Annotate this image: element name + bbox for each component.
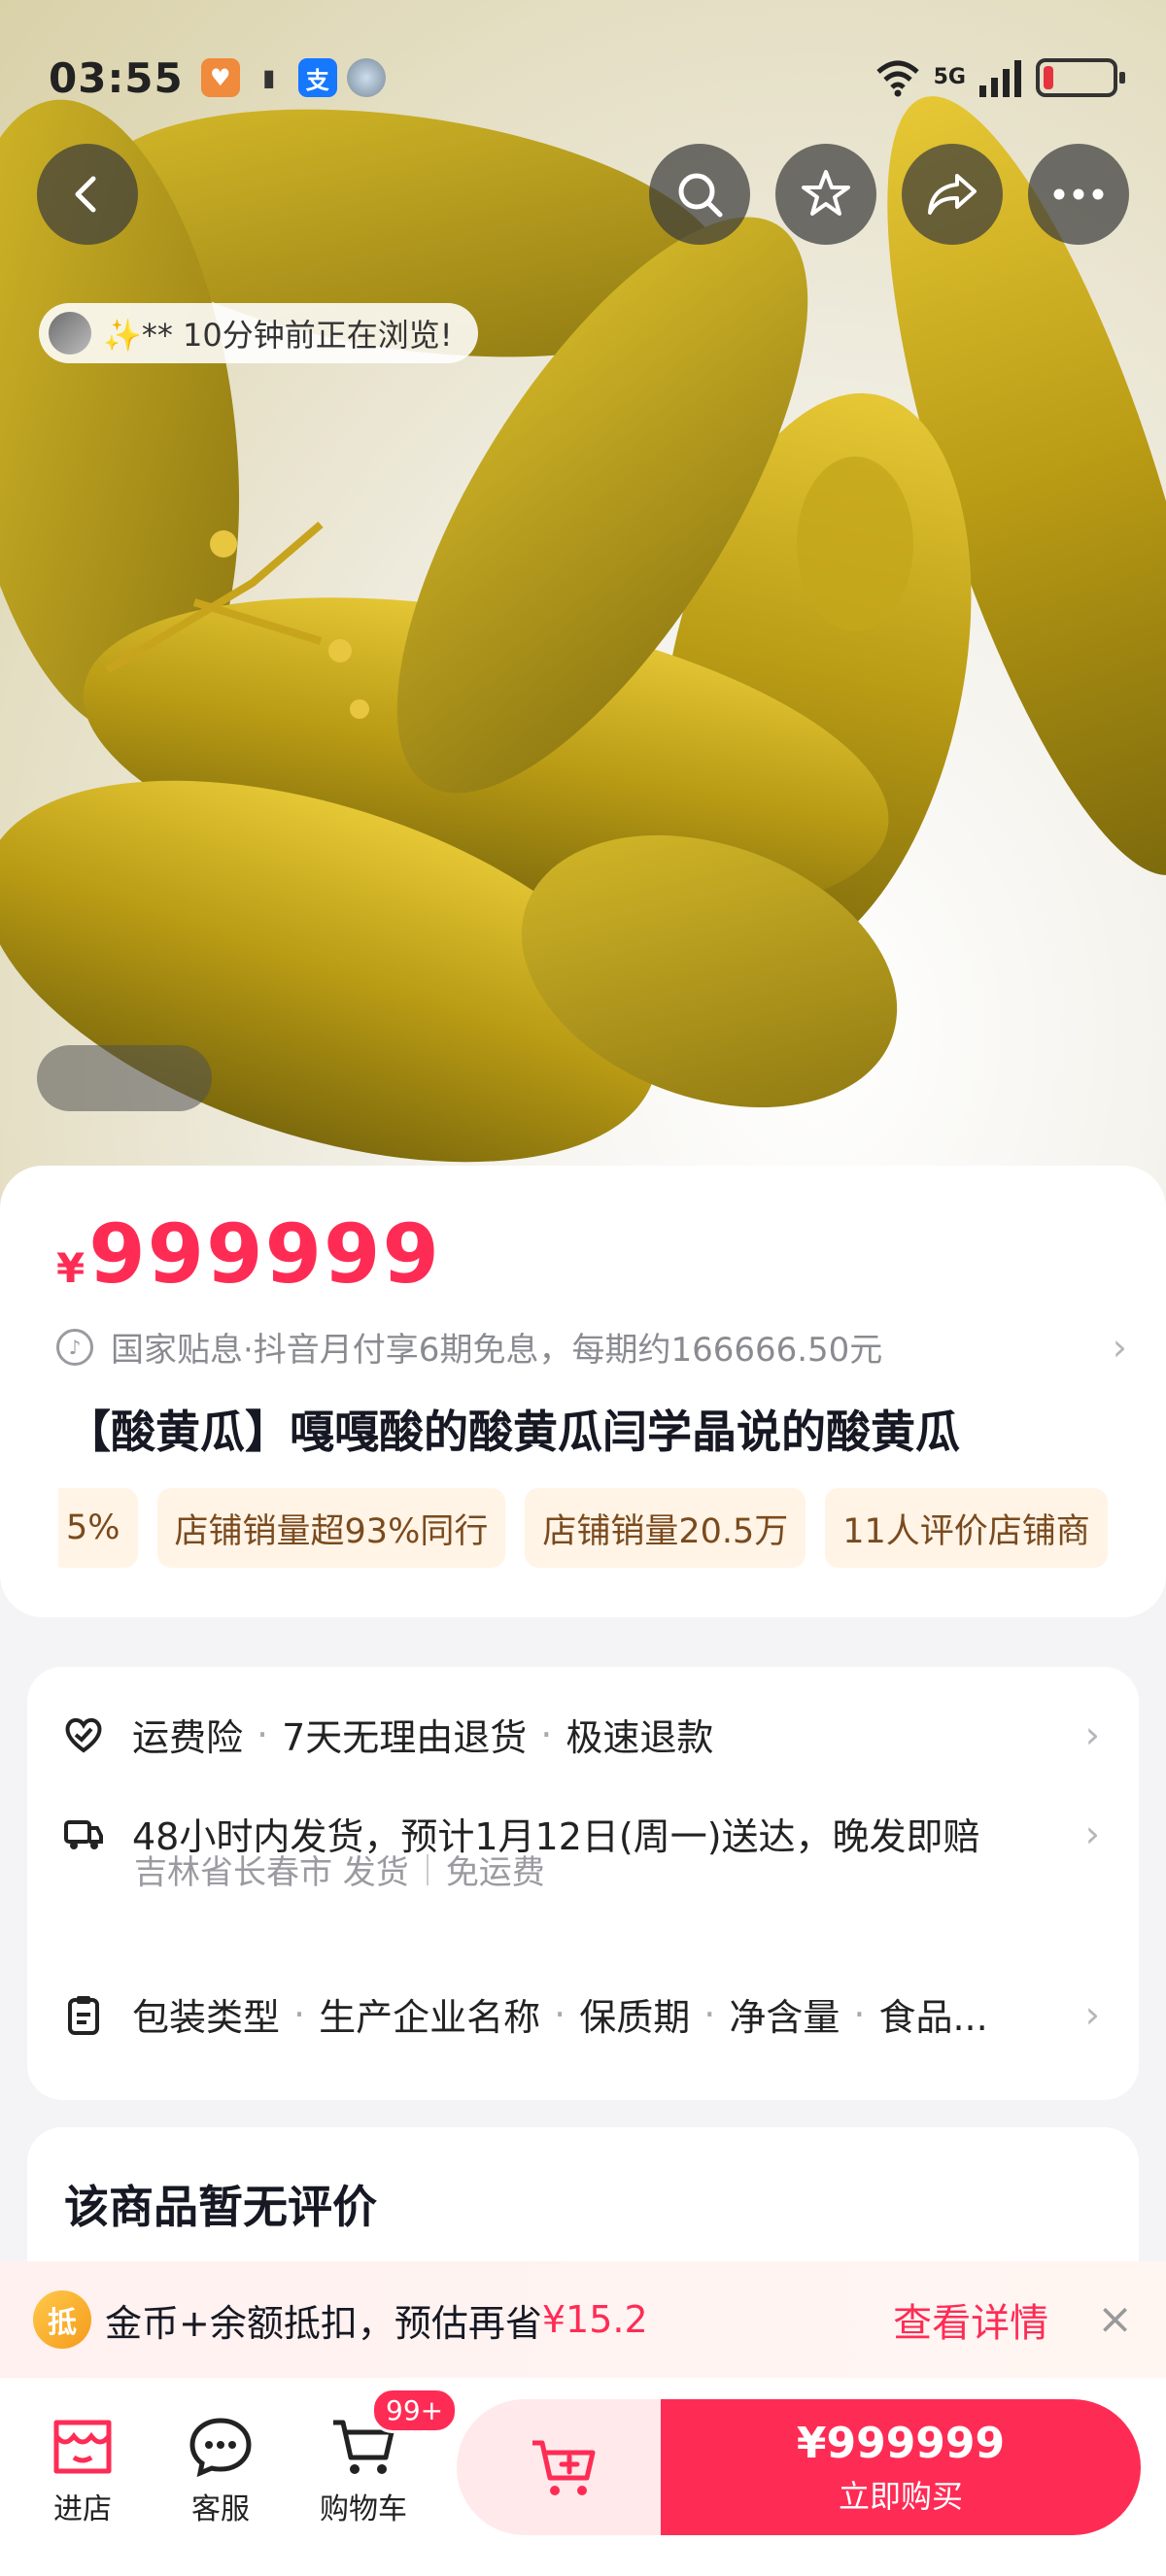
product-title: 【酸黄瓜】嘎嘎酸的酸黄瓜闫学晶说的酸黄瓜 [66, 1406, 960, 1458]
tag-item: 店铺销量超93%同行 [156, 1488, 506, 1568]
shield-heart-icon [62, 1713, 105, 1756]
price-currency: ¥ [56, 1244, 86, 1292]
tag-item: 店铺销量20.5万 [525, 1488, 806, 1568]
status-app-icons: ♥ ▮ 支 [200, 58, 386, 97]
coin-discount-banner[interactable]: 抵 金币+余额抵扣，预估再省 ¥15.2 查看详情 × [0, 2261, 1166, 2378]
battery-level [1044, 66, 1054, 89]
guarantee-item: 极速退款 [566, 1716, 714, 1759]
add-to-cart-icon [532, 2440, 596, 2495]
clipboard-icon [62, 1993, 105, 2036]
share-button[interactable] [902, 144, 1003, 245]
price-value: 999999 [88, 1206, 441, 1302]
cart-label: 购物车 [320, 2492, 407, 2526]
buy-now-button[interactable]: ¥999999 立即购买 [661, 2399, 1141, 2535]
guarantee-item: 7天无理由退货 [282, 1716, 528, 1759]
alert-battery-icon: ▮ [262, 64, 276, 91]
view-details-link[interactable]: 查看详情 [893, 2291, 1048, 2348]
star-icon [802, 170, 850, 216]
status-bar: 03:55 ♥ ▮ 支 5G [0, 39, 1166, 117]
price-card: ¥ 999999 ♪ 国家贴息·抖音月付享6期免息，每期约166666.50元 … [0, 1166, 1166, 1617]
param-item: 净含量 [729, 1996, 840, 2039]
browse-notice-text: ✨** 10分钟前正在浏览! [103, 317, 453, 354]
browse-notice: ✨** 10分钟前正在浏览! [39, 303, 478, 363]
chevron-right-icon: › [1084, 1712, 1100, 1756]
image-indicator[interactable] [37, 1045, 212, 1111]
status-time: 03:55 [49, 53, 184, 102]
param-item: 生产企业名称 [319, 1996, 541, 2039]
battery-icon [1036, 58, 1125, 97]
cart-button[interactable]: 购物车 [303, 2417, 424, 2527]
coin-icon: 抵 [33, 2290, 91, 2349]
ship-origin: 吉林省长春市 发货 [134, 1853, 409, 1892]
store-icon [53, 2420, 112, 2474]
coin-banner-amount: ¥15.2 [541, 2298, 648, 2341]
chevron-right-icon: › [1084, 1992, 1100, 2036]
shipping-fee: 免运费 [445, 1853, 545, 1892]
shop-label: 进店 [53, 2492, 112, 2526]
chevron-right-icon: › [1112, 1325, 1127, 1369]
buy-price: ¥999999 [796, 2418, 1006, 2468]
avatar [49, 312, 91, 355]
cart-badge: 99+ [371, 2388, 459, 2433]
tag-list: 5% 店铺销量超93%同行 店铺销量20.5万 11人评价店铺商 [58, 1488, 1108, 1572]
chevron-left-icon [75, 176, 96, 213]
favorite-button[interactable] [775, 144, 876, 245]
guarantee-item: 运费险 [132, 1716, 244, 1759]
coin-banner-text: 金币+余额抵扣，预估再省 [105, 2301, 542, 2345]
douyin-pay-icon: ♪ [56, 1328, 93, 1366]
add-to-cart-button[interactable] [457, 2399, 670, 2535]
more-dots-icon [1053, 188, 1104, 200]
heart-app-icon: ♥ [200, 58, 240, 97]
tag-item: 11人评价店铺商 [825, 1488, 1108, 1568]
truck-icon [62, 1813, 105, 1855]
signal-icon [979, 60, 1021, 97]
param-item: 包装类型 [132, 1996, 281, 2039]
alipay-icon: 支 [297, 58, 337, 97]
params-row[interactable]: 包装类型 · 生产企业名称 · 保质期 · 净含量 · 食品... › [62, 1987, 1100, 2041]
chevron-right-icon: › [1084, 1812, 1100, 1855]
price: ¥ 999999 [56, 1206, 441, 1302]
service-card: 运费险 · 7天无理由退货 · 极速退款 › 48小时内发货，预计1月12日(周… [27, 1667, 1139, 2100]
back-button[interactable] [37, 144, 138, 245]
service-label: 客服 [191, 2492, 250, 2526]
more-button[interactable] [1028, 144, 1129, 245]
tag-item: 5% [58, 1488, 138, 1568]
shop-button[interactable]: 进店 [29, 2417, 136, 2527]
buy-label: 立即购买 [838, 2477, 963, 2515]
share-icon [928, 174, 977, 215]
search-button[interactable] [649, 144, 750, 245]
close-icon[interactable]: × [1097, 2298, 1133, 2341]
search-icon [678, 173, 723, 218]
delivery-sub: 吉林省长春市 发货 免运费 [134, 1846, 545, 1893]
review-title: 该商品暂无评价 [64, 2181, 377, 2233]
installment-text: 国家贴息·抖音月付享6期免息，每期约166666.50元 [111, 1331, 883, 1370]
chat-bubble-icon [189, 2418, 252, 2477]
param-item: 食品... [878, 1996, 988, 2039]
installment-row[interactable]: ♪ 国家贴息·抖音月付享6期免息，每期约166666.50元 › [56, 1323, 1127, 1371]
orb-app-icon [346, 58, 386, 97]
guarantee-row[interactable]: 运费险 · 7天无理由退货 · 极速退款 › [62, 1708, 1100, 1761]
network-type: 5G [933, 65, 966, 89]
param-item: 保质期 [579, 1996, 691, 2039]
customer-service-button[interactable]: 客服 [167, 2417, 274, 2527]
wifi-icon [875, 60, 919, 97]
